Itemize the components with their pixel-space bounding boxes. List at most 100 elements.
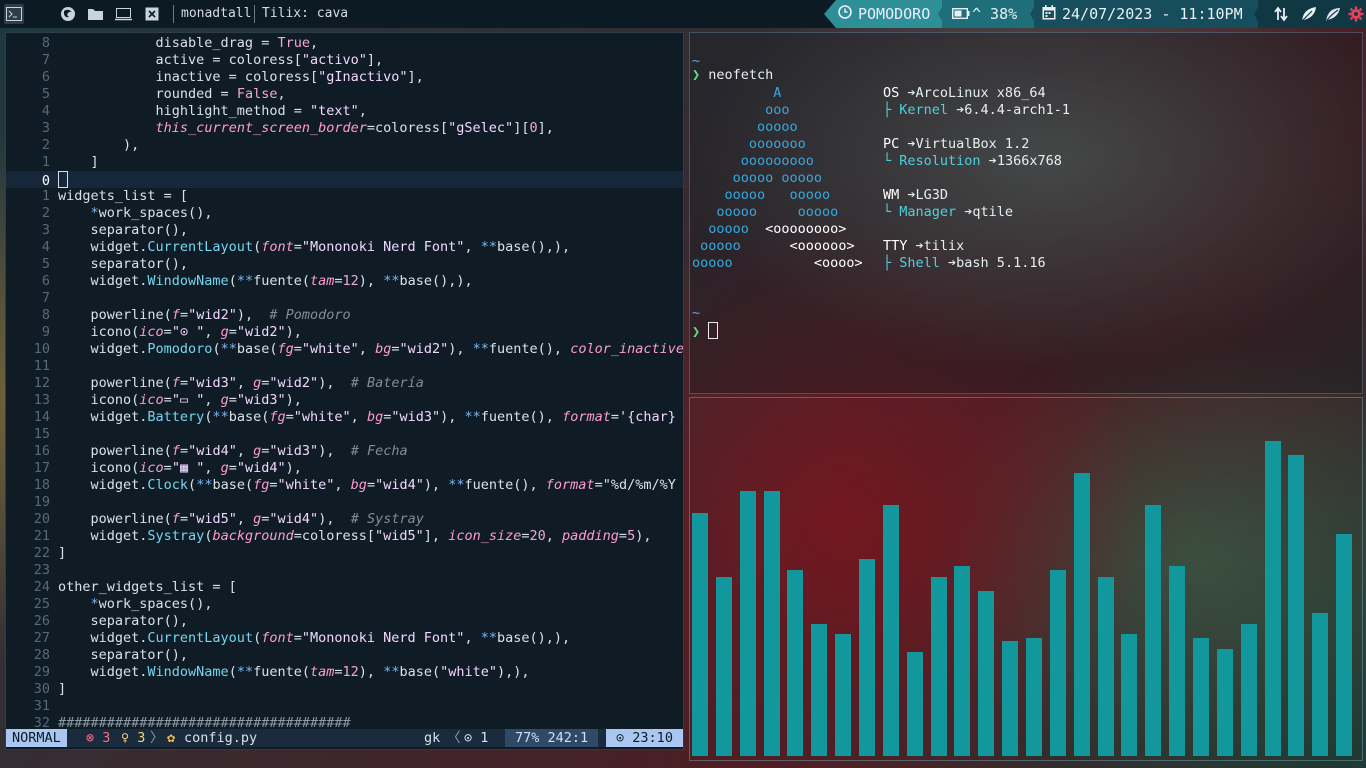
- code-line[interactable]: 6 widget.WindowName(**fuente(tam=12), **…: [6, 273, 683, 290]
- info-line: ├ Kernel ➔6.4.4-arch1-1: [883, 102, 1070, 118]
- terminal-icon[interactable]: [4, 4, 24, 24]
- info-value: 1366x768: [996, 153, 1062, 169]
- code-text: icono(ico="⊙ ", g="wid2"),: [58, 324, 302, 340]
- info-value: bash 5.1.16: [956, 255, 1046, 271]
- code-line[interactable]: 3 this_current_screen_border=coloress["g…: [6, 120, 683, 137]
- logo-line: ooooooooo: [692, 153, 814, 169]
- network-icon[interactable]: [1274, 6, 1288, 26]
- folder-icon[interactable]: [85, 4, 105, 24]
- powerline-arrow: [824, 0, 836, 28]
- prompt-arrow: ❯: [692, 67, 701, 83]
- code-line[interactable]: 23: [6, 562, 683, 579]
- line-number: 4: [41, 239, 50, 255]
- code-line[interactable]: 29 widget.WindowName(**fuente(tam=12), *…: [6, 664, 683, 681]
- neofetch-terminal[interactable]: ~ ❯ neofetch A ooo ooooo ooooooo ooooooo…: [689, 32, 1363, 394]
- code-line[interactable]: 1 widgets_list = [: [6, 188, 683, 205]
- code-line[interactable]: 1 ]: [6, 154, 683, 171]
- info-key: OS: [883, 85, 908, 101]
- line-number: 16: [33, 443, 50, 459]
- code-line[interactable]: 25 *work_spaces(),: [6, 596, 683, 613]
- code-text: widget.CurrentLayout(font="Mononoki Nerd…: [58, 239, 571, 255]
- code-line[interactable]: 7 active = coloress["activo"],: [6, 52, 683, 69]
- code-editor[interactable]: 8 disable_drag = True, 7 active = colores…: [5, 32, 684, 750]
- code-text: powerline(f="wid3", g="wid2"), # Batería: [58, 375, 424, 391]
- info-value: ArcoLinux x86_64: [915, 85, 1046, 101]
- code-line[interactable]: 2 ),: [6, 137, 683, 154]
- cava-bar: [1336, 534, 1352, 756]
- code-text: icono(ico="▦ ", g="wid4"),: [58, 460, 302, 476]
- code-line[interactable]: 30]: [6, 681, 683, 698]
- prompt-line: ❯ neofetch: [692, 67, 773, 84]
- code-line[interactable]: 8 powerline(f="wid2"), # Pomodoro: [6, 307, 683, 324]
- code-line[interactable]: 4 widget.CurrentLayout(font="Mononoki Ne…: [6, 239, 683, 256]
- code-line[interactable]: 6 inactive = coloress["gInactivo"],: [6, 69, 683, 86]
- separator: [254, 5, 255, 23]
- clock-widget: 24/07/2023 - 11:10PM: [1034, 0, 1258, 28]
- code-line[interactable]: 0: [6, 171, 683, 189]
- code-line[interactable]: 10 widget.Pomodoro(**base(fg="white", bg…: [6, 341, 683, 358]
- line-number: 2: [41, 205, 50, 221]
- code-text: widget.Battery(**base(fg="white", bg="wi…: [58, 409, 676, 425]
- code-line[interactable]: 28 separator(),: [6, 647, 683, 664]
- code-line[interactable]: 2 *work_spaces(),: [6, 205, 683, 222]
- cava-bar: [692, 513, 708, 756]
- code-line[interactable]: 13 icono(ico="▭ ", g="wid3"),: [6, 392, 683, 409]
- code-line[interactable]: 15: [6, 426, 683, 443]
- code-line[interactable]: 11: [6, 358, 683, 375]
- hint-count: ♀ 3: [121, 730, 146, 746]
- line-number: 11: [33, 358, 50, 374]
- logo-line: ooo: [692, 102, 790, 118]
- code-line[interactable]: 31: [6, 698, 683, 715]
- battery-widget: ^ 38%: [942, 0, 1034, 28]
- cursor-position: 77% 242:1: [505, 729, 599, 747]
- monitor-icon[interactable]: [113, 4, 133, 24]
- code-line[interactable]: 24 other_widgets_list = [: [6, 579, 683, 596]
- info-value: VirtualBox 1.2: [915, 136, 1030, 152]
- code-text: widget.Systray(background=coloress["wid5…: [58, 528, 652, 544]
- code-line[interactable]: 18 widget.Clock(**base(fg="white", bg="w…: [6, 477, 683, 494]
- firefox-icon[interactable]: [58, 4, 78, 24]
- code-line[interactable]: 17 icono(ico="▦ ", g="wid4"),: [6, 460, 683, 477]
- line-number: 14: [33, 409, 50, 425]
- code-line[interactable]: 5 rounded = False,: [6, 86, 683, 103]
- gear-icon[interactable]: [1348, 6, 1364, 26]
- code-line[interactable]: 5 separator(),: [6, 256, 683, 273]
- code-line[interactable]: 26 separator(),: [6, 613, 683, 630]
- code-text: rounded = False,: [58, 86, 286, 102]
- vim-mode: NORMAL: [6, 729, 67, 747]
- code-text: widget.CurrentLayout(font="Mononoki Nerd…: [58, 630, 571, 646]
- code-line[interactable]: 8 disable_drag = True,: [6, 35, 683, 52]
- close-box-icon[interactable]: [142, 4, 162, 24]
- info-value: LG3D: [915, 187, 949, 203]
- line-number: 31: [33, 698, 50, 714]
- code-line[interactable]: 19: [6, 494, 683, 511]
- code-text: separator(),: [58, 222, 189, 238]
- prompt-line-2[interactable]: ❯: [692, 322, 719, 341]
- code-line[interactable]: 16 powerline(f="wid4", g="wid3"), # Fech…: [6, 443, 683, 460]
- info-line: OS ➔ArcoLinux x86_64: [883, 85, 1046, 101]
- code-line[interactable]: 3 separator(),: [6, 222, 683, 239]
- code-line[interactable]: 20 powerline(f="wid5", g="wid4"), # Syst…: [6, 511, 683, 528]
- code-line[interactable]: 12 powerline(f="wid3", g="wid2"), # Bate…: [6, 375, 683, 392]
- code-line[interactable]: 9 icono(ico="⊙ ", g="wid2"),: [6, 324, 683, 341]
- pomodoro-widget[interactable]: POMODORO: [836, 0, 942, 28]
- prompt-arrow-2: ❯: [692, 324, 701, 340]
- leaf-icon[interactable]: [1300, 5, 1318, 27]
- line-number: 17: [33, 460, 50, 476]
- code-line[interactable]: 22]: [6, 545, 683, 562]
- separator: [173, 5, 174, 23]
- top-bar: monadtall Tilix: cava POMODORO ^ 38% 24/…: [0, 0, 1366, 28]
- code-text: widget.WindowName(**fuente(tam=12), **ba…: [58, 273, 473, 289]
- cava-bar: [1241, 624, 1257, 756]
- code-line[interactable]: 21 widget.Systray(background=coloress["w…: [6, 528, 683, 545]
- code-line[interactable]: 14 widget.Battery(**base(fg="white", bg=…: [6, 409, 683, 426]
- leaf-icon-2[interactable]: [1324, 5, 1342, 27]
- cava-bar: [1026, 638, 1042, 756]
- code-line[interactable]: 7: [6, 290, 683, 307]
- code-line[interactable]: 27 widget.CurrentLayout(font="Mononoki N…: [6, 630, 683, 647]
- code-line[interactable]: 4 highlight_method = "text",: [6, 103, 683, 120]
- code-text: ),: [58, 137, 140, 153]
- info-line: PC ➔VirtualBox 1.2: [883, 136, 1030, 152]
- error-count: ⊗ 3: [86, 730, 111, 746]
- cava-bar: [931, 577, 947, 756]
